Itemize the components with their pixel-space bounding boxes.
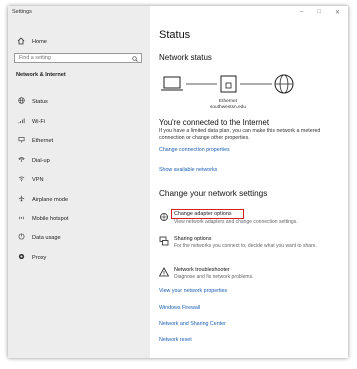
sidebar-item-label: Dial-up [32, 157, 50, 164]
home-icon [16, 37, 26, 47]
sharing-options-icon [159, 236, 169, 246]
computer-icon [161, 76, 183, 91]
globe-icon [16, 97, 26, 106]
network-status-heading: Network status [159, 53, 212, 62]
airplane-icon [16, 195, 26, 204]
adapter-options-icon [160, 213, 168, 221]
show-available-networks-link[interactable]: Show available networks [159, 167, 217, 173]
search-input[interactable]: Find a setting [14, 53, 142, 63]
ethernet-adapter-icon [220, 75, 237, 93]
adapter-options-description: View network adapters and change connect… [174, 219, 298, 225]
settings-window: Settings Home Find a setting Network & I… [8, 6, 348, 358]
data-usage-icon [16, 233, 26, 242]
sidebar-item-data-usage[interactable]: Data usage [16, 233, 61, 242]
sidebar-item-label: Mobile hotspot [32, 215, 69, 222]
sidebar-item-dialup[interactable]: Dial-up [16, 156, 50, 165]
search-placeholder: Find a setting [19, 55, 51, 61]
network-sharing-center-link[interactable]: Network and Sharing Center [159, 321, 226, 327]
wifi-icon [16, 117, 26, 126]
sidebar-item-label: Status [32, 98, 48, 105]
change-settings-heading: Change your network settings [159, 189, 268, 198]
sharing-options-link[interactable]: Sharing options [174, 236, 211, 242]
window-controls: – □ ✕ [300, 9, 340, 16]
hotspot-icon [16, 214, 26, 223]
home-label: Home [32, 39, 47, 45]
network-troubleshooter-link[interactable]: Network troubleshooter [174, 267, 230, 273]
connected-description: If you have a limited data plan, you can… [159, 128, 321, 141]
proxy-icon [16, 253, 26, 262]
sidebar-item-vpn[interactable]: VPN [16, 175, 44, 184]
connected-heading: You're connected to the Internet [159, 118, 270, 127]
phone-icon [16, 156, 26, 165]
network-diagram [161, 74, 294, 94]
close-button[interactable]: ✕ [335, 9, 340, 16]
change-connection-properties-link[interactable]: Change connection properties [159, 147, 230, 153]
sidebar: Settings Home Find a setting Network & I… [8, 6, 150, 358]
ethernet-icon [16, 136, 26, 145]
change-adapter-options-link[interactable]: Change adapter options [174, 211, 232, 217]
sidebar-item-proxy[interactable]: Proxy [16, 253, 46, 262]
sharing-options-description: For the networks you connect to, decide … [174, 243, 317, 249]
sidebar-item-status[interactable]: Status [16, 97, 48, 106]
sidebar-item-label: Airplane mode [32, 196, 69, 203]
vpn-icon [16, 175, 26, 184]
internet-globe-icon [274, 74, 294, 94]
warning-icon [159, 267, 169, 277]
network-domain: southwestsn.edu [209, 105, 246, 110]
view-network-properties-link[interactable]: View your network properties [159, 288, 227, 294]
home-nav-item[interactable]: Home [16, 37, 47, 47]
sidebar-item-wifi[interactable]: Wi-Fi [16, 117, 45, 126]
windows-firewall-link[interactable]: Windows Firewall [159, 305, 200, 311]
minimize-button[interactable]: – [300, 9, 303, 16]
network-reset-link[interactable]: Network reset [159, 337, 192, 343]
sidebar-item-hotspot[interactable]: Mobile hotspot [16, 214, 68, 223]
page-title: Status [159, 29, 191, 41]
section-label: Network & Internet [16, 72, 66, 78]
maximize-button[interactable]: □ [317, 9, 321, 16]
sidebar-item-label: Proxy [32, 254, 47, 261]
troubleshooter-description: Diagnose and fix network problems. [174, 274, 254, 280]
app-title: Settings [12, 9, 32, 15]
sidebar-item-label: VPN [32, 176, 44, 183]
sidebar-item-label: Ethernet [32, 137, 54, 144]
sidebar-item-ethernet[interactable]: Ethernet [16, 136, 53, 145]
sidebar-item-label: Wi-Fi [32, 118, 46, 125]
network-name: Ethernet [218, 99, 238, 104]
sidebar-item-airplane[interactable]: Airplane mode [16, 195, 68, 204]
search-icon[interactable] [132, 54, 138, 65]
sidebar-item-label: Data usage [32, 234, 61, 241]
main-panel: – □ ✕ Status Network status Ethernet sou… [150, 6, 348, 358]
